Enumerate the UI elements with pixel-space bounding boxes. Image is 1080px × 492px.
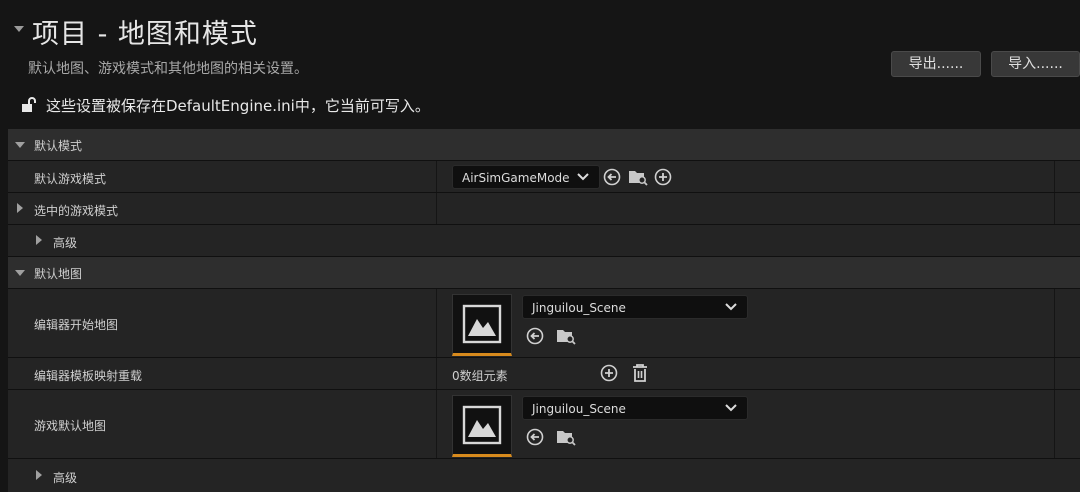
unlock-icon [22, 97, 36, 112]
dropdown-value: AirSimGameMode [462, 171, 570, 185]
browse-asset-icon[interactable] [628, 168, 648, 186]
map-asset-icon [462, 304, 502, 344]
row-label: 选中的游戏模式 [34, 204, 119, 218]
section-default-modes[interactable]: 默认模式 [8, 129, 1080, 161]
dropdown-value: Jinguilou_Scene [532, 301, 626, 315]
expand-arrow-icon[interactable] [36, 235, 42, 245]
row-editor-startup-map: 编辑器开始地图 Jinguilou_Scene [8, 289, 1080, 358]
browse-asset-icon[interactable] [556, 428, 576, 446]
expand-arrow-icon[interactable] [15, 142, 25, 148]
game-default-map-dropdown[interactable]: Jinguilou_Scene [522, 396, 748, 420]
row-label: 编辑器模板映射重载 [34, 369, 143, 383]
map-asset-icon [462, 405, 502, 445]
map-thumbnail[interactable] [452, 395, 512, 457]
section-label: 默认模式 [34, 139, 83, 153]
section-label: 默认地图 [34, 267, 83, 281]
import-button[interactable]: 导入...... [991, 51, 1080, 77]
row-template-map-override: 编辑器模板映射重载 0数组元素 [8, 358, 1080, 390]
row-game-default-map: 游戏默认地图 Jinguilou_Scene [8, 390, 1080, 459]
row-selected-game-mode[interactable]: 选中的游戏模式 [8, 193, 1080, 225]
row-label: 默认游戏模式 [34, 172, 107, 186]
use-selected-asset-icon[interactable] [526, 428, 544, 446]
row-label: 高级 [53, 236, 78, 250]
use-selected-asset-icon[interactable] [526, 327, 544, 345]
settings-table: 默认模式 默认游戏模式 AirSimGameMode 选中的游戏模式 高级 默认… [8, 129, 1080, 492]
map-thumbnail[interactable] [452, 294, 512, 356]
config-notice: 这些设置被保存在DefaultEngine.ini中，它当前可写入。 [46, 97, 430, 115]
chevron-down-icon [725, 404, 737, 412]
chevron-down-icon [725, 303, 737, 311]
browse-asset-icon[interactable] [556, 327, 576, 345]
row-advanced-modes[interactable]: 高级 [8, 225, 1080, 257]
expand-arrow-icon[interactable] [17, 203, 23, 213]
expand-arrow-icon[interactable] [15, 270, 25, 276]
page-subtitle: 默认地图、游戏模式和其他地图的相关设置。 [28, 61, 308, 77]
use-selected-asset-icon[interactable] [603, 168, 621, 186]
editor-startup-map-dropdown[interactable]: Jinguilou_Scene [522, 295, 748, 319]
row-advanced-maps[interactable]: 高级 [8, 459, 1080, 492]
row-default-game-mode: 默认游戏模式 AirSimGameMode [8, 161, 1080, 193]
add-icon[interactable] [654, 168, 672, 186]
expand-arrow-icon[interactable] [36, 470, 42, 480]
collapse-header-icon[interactable] [14, 26, 24, 32]
add-element-icon[interactable] [600, 364, 618, 382]
trash-icon[interactable] [631, 363, 649, 383]
row-label: 高级 [53, 471, 78, 485]
dropdown-value: Jinguilou_Scene [532, 402, 626, 416]
section-default-maps[interactable]: 默认地图 [8, 257, 1080, 289]
page-title: 项目 - 地图和模式 [32, 19, 258, 50]
array-count: 0数组元素 [452, 369, 508, 383]
row-label: 编辑器开始地图 [34, 318, 119, 332]
row-label: 游戏默认地图 [34, 419, 107, 433]
game-mode-dropdown[interactable]: AirSimGameMode [452, 165, 600, 189]
chevron-down-icon [577, 173, 589, 181]
export-button[interactable]: 导出...... [891, 51, 981, 77]
